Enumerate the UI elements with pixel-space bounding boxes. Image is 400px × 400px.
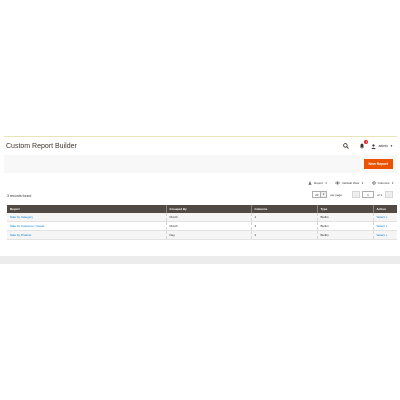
grouped-by-cell: Month [166, 221, 252, 231]
reports-grid: Report Grouped By Columns Type Action Sa… [7, 205, 397, 240]
download-icon [308, 181, 312, 185]
new-report-button[interactable]: New Report [363, 159, 393, 169]
header-actions: 1 admin ▼ [334, 139, 393, 151]
chevron-down-icon: ▼ [385, 226, 388, 228]
chevron-down-icon: ▼ [385, 217, 388, 219]
default-view-label: Default View [342, 181, 360, 185]
grid-controls: Export ▼ Default View ▼ Columns ▼ [300, 181, 394, 185]
records-found: 3 records found [7, 194, 32, 198]
report-name[interactable]: Sale by Category [10, 215, 33, 219]
column-header-grouped-by[interactable]: Grouped By [166, 205, 252, 213]
footer-bar [0, 256, 400, 264]
chevron-down-icon: ▼ [324, 181, 328, 185]
eye-icon [335, 181, 341, 185]
report-name-link[interactable]: Sale by Category [7, 213, 167, 222]
admin-page: Custom Report Builder 1 admin ▼ New Repo… [4, 136, 397, 258]
columns-cell: 4 [251, 213, 318, 222]
grid-header-row: Report Grouped By Columns Type Action [7, 205, 397, 213]
gear-icon [371, 181, 376, 185]
report-name[interactable]: Sale by Customer / Guest [10, 224, 44, 228]
search-icon[interactable] [341, 142, 350, 151]
column-header-type[interactable]: Type [317, 205, 374, 213]
action-select[interactable]: Select ▼ [373, 221, 397, 231]
per-page-select[interactable]: 20 ▼ [312, 191, 328, 198]
columns-label: Columns [377, 181, 390, 185]
notification-count-badge: 1 [364, 139, 369, 144]
table-row[interactable]: Sale by Product Day 4 Builtin Select ▼ [7, 230, 397, 240]
header-divider [4, 136, 397, 137]
report-name[interactable]: Sale by Product [10, 233, 31, 237]
type-cell: Builtin [317, 221, 374, 231]
chevron-down-icon: ▼ [390, 144, 393, 148]
action-select[interactable]: Select ▼ [373, 213, 397, 222]
column-header-action: Action [373, 205, 397, 213]
export-label: Export [314, 181, 323, 185]
columns-button[interactable]: Columns ▼ [371, 181, 394, 185]
total-pages-label: of 1 [376, 192, 382, 197]
page-title: Custom Report Builder [6, 143, 77, 150]
chevron-down-icon: ▼ [361, 181, 364, 185]
action-select-label[interactable]: Select [377, 224, 385, 228]
type-cell: Builtin [317, 230, 374, 240]
chevron-down-icon: ▼ [320, 192, 327, 197]
default-view-button[interactable]: Default View ▼ [335, 181, 364, 185]
next-page-button[interactable]: › [385, 191, 393, 198]
action-select[interactable]: Select ▼ [373, 230, 397, 240]
grouped-by-cell: Day [166, 230, 252, 240]
table-row[interactable]: Sale by Customer / Guest Month 3 Builtin… [7, 221, 397, 231]
chevron-down-icon: ▼ [391, 181, 394, 185]
table-row[interactable]: Sale by Category Month 4 Builtin Select … [7, 213, 397, 222]
per-page-label: per page [330, 192, 342, 197]
report-name-link[interactable]: Sale by Product [7, 230, 167, 240]
column-header-columns[interactable]: Columns [251, 205, 318, 213]
admin-user-menu[interactable]: admin ▼ [371, 143, 393, 149]
chevron-left-icon: ‹ [355, 192, 357, 197]
columns-cell: 4 [251, 230, 318, 240]
columns-cell: 3 [251, 221, 318, 231]
action-select-label[interactable]: Select [377, 215, 385, 219]
per-page-value: 20 [315, 192, 319, 197]
page-actions-bar: New Report [4, 155, 397, 173]
pager: 20 ▼ per page ‹ 1 of 1 › [312, 191, 393, 198]
grouped-by-cell: Month [166, 213, 252, 222]
action-select-label[interactable]: Select [377, 233, 385, 237]
report-name-link[interactable]: Sale by Customer / Guest [7, 221, 167, 231]
admin-user-name: admin [378, 144, 389, 148]
previous-page-button[interactable]: ‹ [351, 191, 360, 198]
current-page-input[interactable]: 1 [361, 191, 374, 198]
type-cell: Builtin [317, 213, 374, 222]
user-icon [371, 143, 377, 149]
export-button[interactable]: Export ▼ [308, 181, 327, 185]
bell-icon[interactable]: 1 [357, 139, 369, 151]
column-header-report[interactable]: Report [7, 205, 167, 213]
chevron-down-icon: ▼ [385, 235, 388, 237]
chevron-right-icon: › [388, 192, 390, 197]
